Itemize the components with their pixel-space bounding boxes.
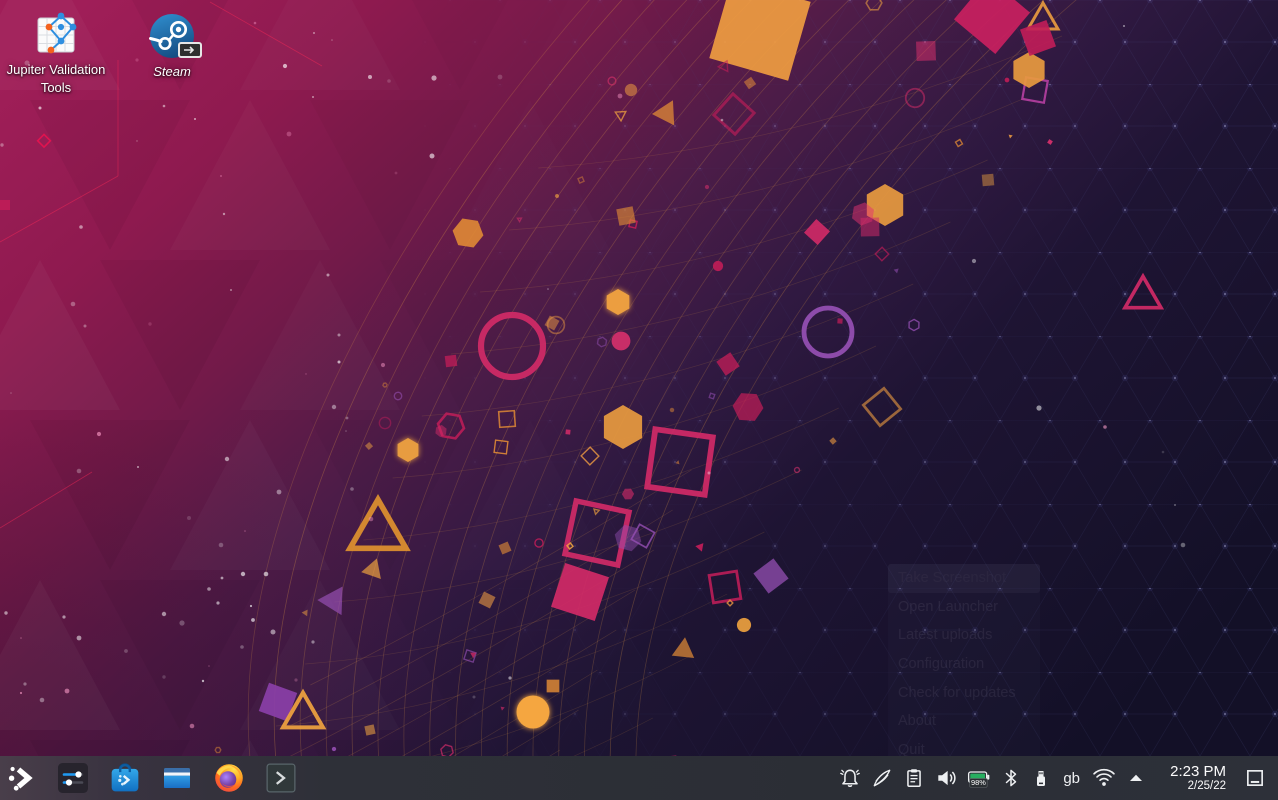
usb-device-icon <box>1031 767 1051 789</box>
battery-icon: 98% <box>967 767 991 789</box>
bluetooth-button[interactable] <box>1001 767 1021 789</box>
keyboard-layout-indicator[interactable]: gb <box>1061 770 1082 787</box>
jupiter-validation-tools-icon <box>32 10 80 58</box>
panel-left-group <box>7 762 297 794</box>
desktop-icon-label: Steam <box>153 63 191 81</box>
keyboard-layout-label: gb <box>1063 770 1080 787</box>
hex-lattice-pattern <box>400 0 1278 756</box>
terminal-button[interactable] <box>265 762 297 794</box>
discover-store-button[interactable] <box>109 762 141 794</box>
wifi-icon <box>1092 767 1116 789</box>
system-settings-button[interactable] <box>57 762 89 794</box>
digital-clock[interactable]: 2:23 PM 2/25/22 <box>1164 763 1226 793</box>
clipboard-button[interactable] <box>903 767 925 789</box>
clock-date: 2/25/22 <box>1188 780 1226 793</box>
notifications-bell-icon <box>839 767 861 789</box>
flame-icon <box>871 767 893 789</box>
show-desktop-button[interactable] <box>1244 767 1266 789</box>
bluetooth-icon <box>1001 767 1021 789</box>
file-manager-button[interactable] <box>161 762 193 794</box>
notifications-button[interactable] <box>839 767 861 789</box>
system-settings-icon <box>57 762 89 794</box>
wallpaper <box>0 0 1278 756</box>
battery-button[interactable]: 98% <box>967 767 991 789</box>
expand-tray-button[interactable] <box>1126 768 1146 788</box>
flame-tray-button[interactable] <box>871 767 893 789</box>
file-manager-icon <box>161 762 193 794</box>
desktop-surface[interactable]: Take Screenshot Open Launcher Latest upl… <box>0 0 1278 756</box>
desktop-icon-steam[interactable]: Steam <box>128 12 216 81</box>
firefox-button[interactable] <box>213 762 245 794</box>
system-tray: 98% gb <box>839 763 1274 793</box>
firefox-icon <box>213 762 245 794</box>
wifi-button[interactable] <box>1092 767 1116 789</box>
discover-store-icon <box>109 762 141 794</box>
desktop-icon-jupiter-validation-tools[interactable]: Jupiter Validation Tools <box>4 10 108 97</box>
desktop-icon-label: Jupiter Validation Tools <box>4 61 108 97</box>
symlink-emblem-icon <box>178 42 202 58</box>
show-desktop-icon <box>1244 767 1266 789</box>
clipboard-icon <box>903 767 925 789</box>
application-launcher-button[interactable] <box>7 763 37 793</box>
usb-device-button[interactable] <box>1031 767 1051 789</box>
volume-button[interactable] <box>935 767 957 789</box>
clock-time: 2:23 PM <box>1170 763 1226 780</box>
expand-tray-icon <box>1126 768 1146 788</box>
taskbar-panel: 98% gb <box>0 756 1278 800</box>
application-launcher-icon <box>7 763 37 793</box>
terminal-icon <box>265 762 297 794</box>
battery-percent-label: 98% <box>971 778 986 787</box>
volume-icon <box>935 767 957 789</box>
